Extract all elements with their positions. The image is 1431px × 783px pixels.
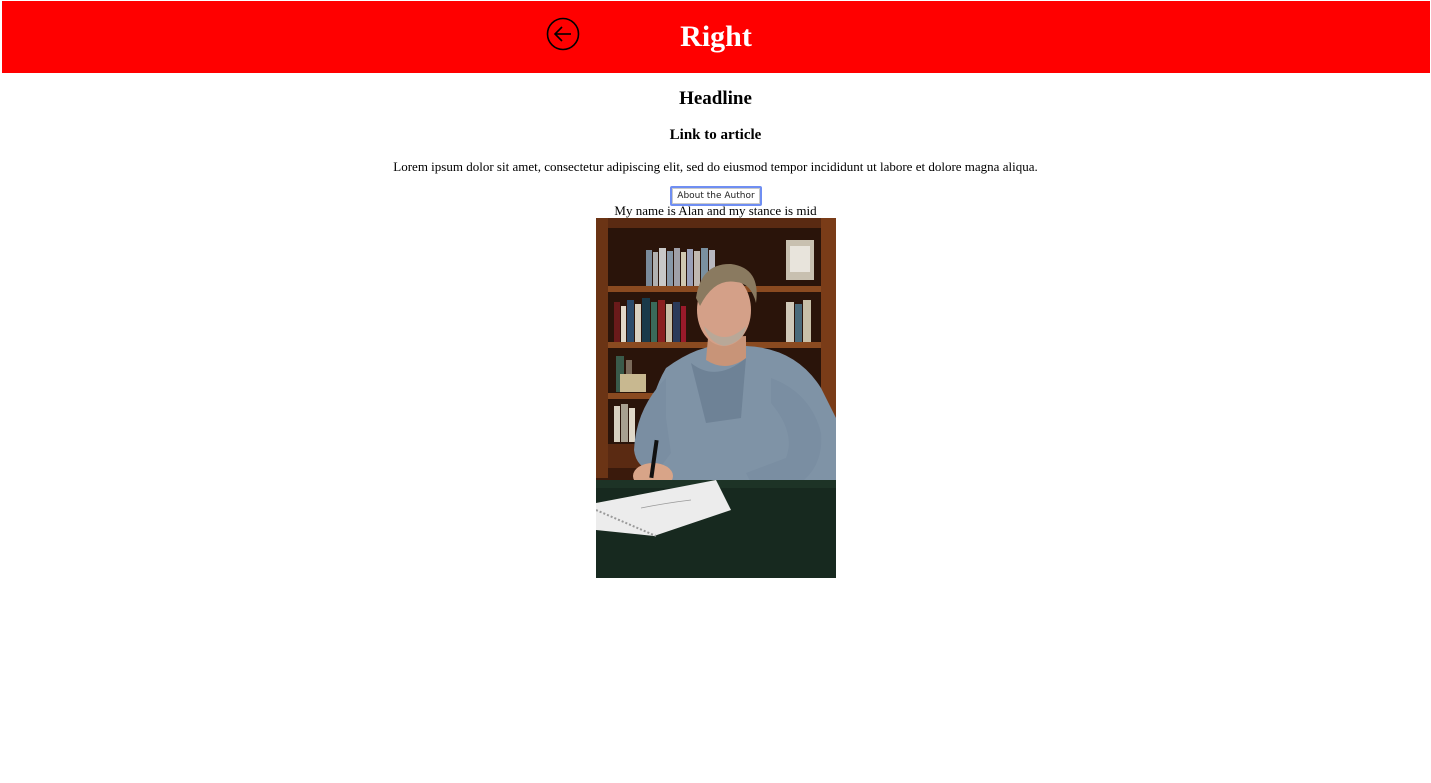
headline: Headline — [679, 88, 752, 109]
article-link[interactable]: Link to article — [0, 126, 1431, 144]
author-photo — [596, 218, 836, 578]
article-body: Lorem ipsum dolor sit amet, consectetur … — [393, 159, 1038, 174]
page-title: Right — [680, 20, 752, 53]
author-bio: My name is Alan and my stance is mid — [614, 203, 817, 218]
header-bar: Right — [2, 1, 1430, 73]
